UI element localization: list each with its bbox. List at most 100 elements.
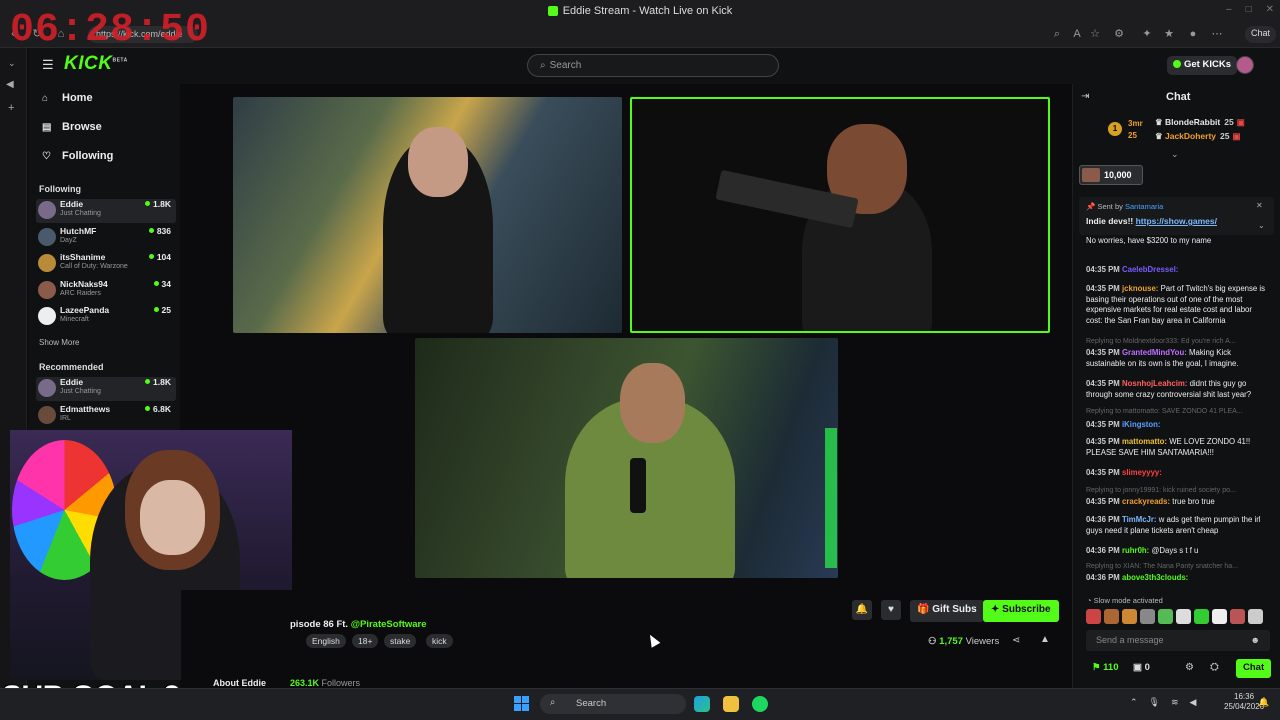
subscribe-button[interactable]: ✦ Subscribe xyxy=(983,600,1059,622)
sidebar-channel-eddie[interactable]: Eddie Just Chatting 1.8K xyxy=(36,199,176,223)
user-avatar[interactable] xyxy=(1236,56,1254,74)
chat-timestamp: 04:35 PM xyxy=(1086,284,1120,293)
zoom-icon[interactable]: ⌕ xyxy=(1050,27,1064,41)
emote-5[interactable] xyxy=(1158,609,1173,624)
emote-10[interactable] xyxy=(1248,609,1263,624)
search-input[interactable]: ⌕ Search xyxy=(527,54,779,77)
gift-subs-button[interactable]: 🎁 Gift Subs xyxy=(910,600,984,622)
send-chat-button[interactable]: Chat xyxy=(1236,659,1272,678)
get-kicks-button[interactable]: Get KICKs xyxy=(1167,56,1237,75)
chat-username[interactable]: GrantedMindYou: xyxy=(1122,348,1187,357)
menu-icon[interactable]: ☰ xyxy=(42,57,54,73)
spotify-icon[interactable] xyxy=(752,696,768,712)
channel-points[interactable]: ⚑ 110 xyxy=(1092,662,1118,673)
speaker-icon[interactable]: ◀ xyxy=(6,79,26,90)
microphone-icon[interactable]: 🎙 xyxy=(1149,697,1160,708)
emote-9[interactable] xyxy=(1230,609,1245,624)
pinned-user[interactable]: Santamaria xyxy=(1125,202,1163,211)
edge-browser-icon[interactable] xyxy=(694,696,710,712)
chat-username[interactable]: NosnhojLeahcim: xyxy=(1122,379,1187,388)
minimize-icon[interactable]: – xyxy=(1226,4,1232,15)
emote-4[interactable] xyxy=(1140,609,1155,624)
chat-username[interactable]: mattomatto: xyxy=(1122,437,1167,446)
stream-tag[interactable]: kick xyxy=(426,634,453,648)
collapse-chat-icon[interactable]: ⇥ xyxy=(1081,91,1089,102)
maximize-icon[interactable]: □ xyxy=(1246,4,1252,15)
stream-title-mention[interactable]: @PirateSoftware xyxy=(351,619,427,630)
chat-username[interactable]: above3th3clouds: xyxy=(1122,573,1188,582)
chevron-down-icon[interactable]: ⌄ xyxy=(8,58,26,69)
chat-username[interactable]: iKingston: xyxy=(1122,420,1161,429)
emoji-icon[interactable]: ☻ xyxy=(1251,635,1260,645)
favorites-icon[interactable]: ★ xyxy=(1162,27,1176,41)
volume-icon[interactable]: ◀ xyxy=(1190,697,1197,708)
sidebar-channel-itsshanime[interactable]: itsShanime Call of Duty: Warzone 104 xyxy=(36,252,176,276)
chat-username[interactable]: jcknouse: xyxy=(1122,284,1158,293)
leaderboard-entry[interactable]: ♛ BlondeRabbit 25 ▣ xyxy=(1155,117,1245,128)
copilot-chat-button[interactable]: Chat xyxy=(1244,26,1276,43)
stream-tag[interactable]: stake xyxy=(384,634,417,648)
system-tray[interactable]: ⌃ 🎙 ≋ ◀ xyxy=(1130,697,1196,708)
channel-name: Edmatthews xyxy=(60,403,111,414)
chat-timestamp: 04:35 PM xyxy=(1086,420,1120,429)
emote-6[interactable] xyxy=(1176,609,1191,624)
follow-heart-button[interactable]: ♥ xyxy=(881,600,901,620)
read-aloud-icon[interactable]: A xyxy=(1070,27,1084,41)
tray-chevron-icon[interactable]: ⌃ xyxy=(1130,697,1138,708)
pinned-expand-icon[interactable]: ⌄ xyxy=(1258,221,1265,230)
chat-message-input[interactable]: Send a message ☻ xyxy=(1086,630,1270,651)
emote-7[interactable] xyxy=(1194,609,1209,624)
stream-tag[interactable]: English xyxy=(306,634,346,648)
chat-reply-context: Replying to jonny19991: kick ruined soci… xyxy=(1086,487,1236,494)
sidebar-channel-nicknaks94[interactable]: NickNaks94 ARC Raiders 34 xyxy=(36,279,176,303)
add-icon[interactable]: + xyxy=(8,102,26,114)
windows-start-icon[interactable] xyxy=(514,696,530,712)
chat-username[interactable]: crackyreads: xyxy=(1122,497,1170,506)
chat-username[interactable]: CaelebDressel: xyxy=(1122,265,1178,274)
notification-icon[interactable]: 🔔 xyxy=(1258,697,1269,708)
kicks-balance[interactable]: ▣ 0 xyxy=(1133,662,1150,673)
wifi-icon[interactable]: ≋ xyxy=(1171,697,1179,708)
sidebar-channel-lazeepanda[interactable]: LazeePanda Minecraft 25 xyxy=(36,305,176,329)
stream-tag[interactable]: 18+ xyxy=(352,634,379,648)
nav-browse[interactable]: ▤ Browse xyxy=(42,121,102,133)
emote-2[interactable] xyxy=(1104,609,1119,624)
share-icon[interactable]: ⋖ xyxy=(1012,635,1020,646)
profile-icon[interactable]: ● xyxy=(1186,27,1200,41)
sidebar-channel-hutchmf[interactable]: HutchMF DayZ 836 xyxy=(36,226,176,250)
notification-bell-button[interactable]: 🔔 xyxy=(852,600,872,620)
chat-username[interactable]: TimMcJr: xyxy=(1122,515,1157,524)
taskbar-search[interactable]: ⌕ Search xyxy=(540,694,686,714)
settings-gear-icon[interactable]: ⚙ xyxy=(1185,662,1194,673)
favorite-star-icon[interactable]: ☆ xyxy=(1088,27,1102,41)
extensions-icon[interactable]: ⚙ xyxy=(1112,27,1126,41)
star-icon: ✦ xyxy=(991,604,1003,615)
nav-home[interactable]: ⌂ Home xyxy=(42,92,93,104)
slow-mode-text: Slow mode activated xyxy=(1093,596,1163,605)
channel-category: Call of Duty: Warzone xyxy=(60,263,128,270)
expand-leaderboard-icon[interactable]: ⌄ xyxy=(1171,149,1179,160)
chat-username[interactable]: ruhr0h: xyxy=(1122,546,1149,555)
kick-logo[interactable]: KICKBETA xyxy=(64,53,128,75)
close-icon[interactable]: ✕ xyxy=(1266,4,1274,15)
report-icon[interactable]: ▲ xyxy=(1040,634,1050,645)
file-explorer-icon[interactable] xyxy=(723,696,739,712)
nav-following[interactable]: ♡ Following xyxy=(42,150,113,162)
emote-3[interactable] xyxy=(1122,609,1137,624)
emote-8[interactable] xyxy=(1212,609,1227,624)
sidebar-channel-eddie[interactable]: Eddie Just Chatting 1.8K xyxy=(36,377,176,401)
chat-tools-icon[interactable]: ⛭ xyxy=(1210,661,1219,674)
more-icon[interactable]: ⋯ xyxy=(1210,27,1224,41)
kicks-balance-value: 0 xyxy=(1144,662,1150,673)
sidebar-channel-edmatthews[interactable]: Edmatthews IRL 6.8K xyxy=(36,404,176,428)
chat-username[interactable]: slimeyyyy: xyxy=(1122,468,1162,477)
home-icon: ⌂ xyxy=(42,93,49,104)
show-more-link[interactable]: Show More xyxy=(39,338,79,347)
unpin-icon[interactable]: ✕ xyxy=(1256,201,1263,210)
emote-1[interactable] xyxy=(1086,609,1101,624)
leaderboard-entry[interactable]: ♛ JackDoherty 25 ▣ xyxy=(1155,131,1241,142)
kick-logo-beta: BETA xyxy=(112,57,128,64)
extension-puzzle-icon[interactable]: ✦ xyxy=(1140,27,1154,41)
emote-bar[interactable] xyxy=(1086,609,1272,625)
pinned-link[interactable]: https://show.games/ xyxy=(1136,216,1217,226)
